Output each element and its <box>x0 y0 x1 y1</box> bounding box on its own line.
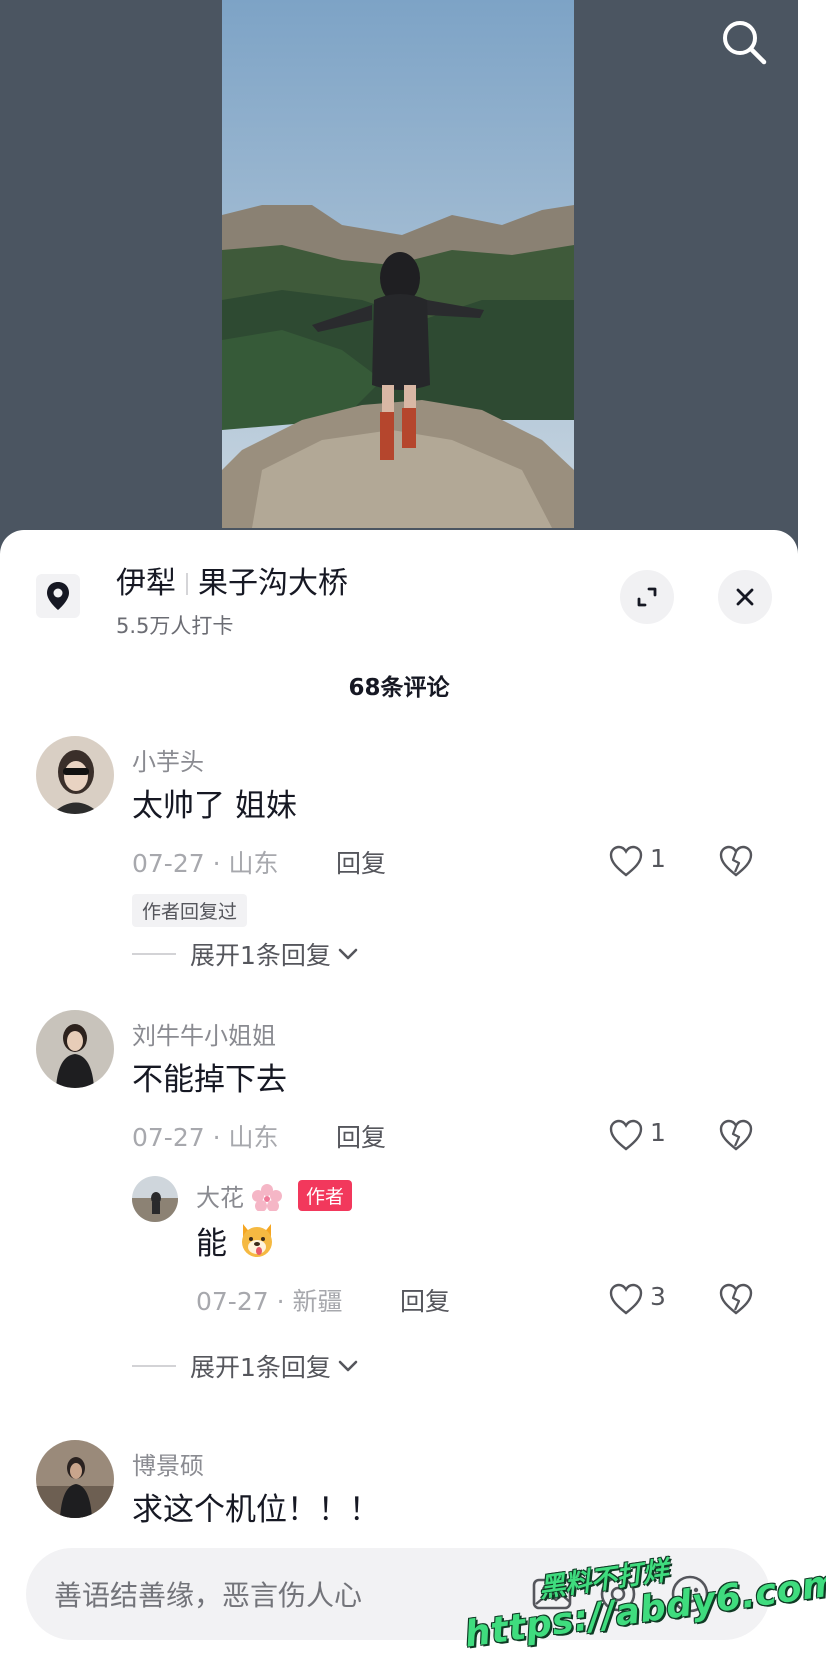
location-place: 果子沟大桥 <box>198 566 348 601</box>
expand-replies-button[interactable]: 展开1条回复 <box>132 1348 359 1384</box>
mountain-scene-image <box>222 0 574 528</box>
chevron-down-icon <box>338 948 358 960</box>
comment-item: 博景硕 求这个机位！！！ <box>0 1434 798 1554</box>
comment-item: 刘牛牛小姐姐 不能掉下去 07-27 · 山东 回复 1 大花 作者 能 07-… <box>0 1004 798 1404</box>
reply-avatar[interactable] <box>132 1176 178 1222</box>
author-badge: 作者 <box>298 1180 353 1211</box>
location-title[interactable]: 伊犁 果子沟大桥 <box>116 558 348 602</box>
broken-heart-icon <box>719 1283 753 1315</box>
avatar[interactable] <box>36 1010 114 1088</box>
reply-date-region: 07-27 · 新疆 <box>196 1287 343 1316</box>
comment-text: 求这个机位！！！ <box>132 1492 380 1528</box>
expand-icon <box>637 587 657 607</box>
dislike-button[interactable] <box>718 844 758 884</box>
right-margin <box>798 0 826 1660</box>
comment-date-region: 07-27 · 山东 <box>132 849 279 878</box>
at-icon <box>600 1576 636 1612</box>
checkin-count: 5.5万人打卡 <box>116 614 234 638</box>
video-thumbnail[interactable] <box>222 0 574 528</box>
expand-replies-label: 展开1条回复 <box>190 941 331 970</box>
reply-text: 能 <box>196 1218 277 1263</box>
heart-icon <box>609 1119 643 1151</box>
like-count: 1 <box>650 844 666 873</box>
at-button[interactable] <box>596 1572 640 1616</box>
emoji-icon <box>671 1575 709 1613</box>
close-icon <box>736 588 754 606</box>
comment-date-region: 07-27 · 山东 <box>132 1123 279 1152</box>
divider-line <box>132 953 176 955</box>
avatar[interactable] <box>36 1440 114 1518</box>
comment-username[interactable]: 博景硕 <box>132 1446 204 1481</box>
reply-username-text: 大花 <box>196 1184 244 1212</box>
heart-icon <box>609 845 643 877</box>
like-button[interactable]: 3 <box>608 1280 678 1320</box>
chevron-down-icon <box>338 1360 358 1372</box>
search-button[interactable] <box>716 14 772 70</box>
comment-username[interactable]: 刘牛牛小姐姐 <box>132 1016 276 1051</box>
location-city: 伊犁 <box>116 566 176 601</box>
comment-item: 小芋头 太帅了 姐妹 07-27 · 山东 回复 1 作者回复过 展开1条回复 <box>0 730 798 970</box>
broken-heart-icon <box>719 1119 753 1151</box>
like-button[interactable]: 1 <box>608 842 678 882</box>
comment-count-title: 68条评论 <box>348 675 450 701</box>
reply-button[interactable]: 回复 <box>336 1118 386 1154</box>
search-icon <box>723 21 767 65</box>
like-count: 3 <box>650 1282 666 1311</box>
broken-heart-icon <box>719 845 753 877</box>
dislike-button[interactable] <box>718 1118 758 1158</box>
image-button[interactable] <box>530 1572 574 1616</box>
dog-emoji-icon <box>241 1224 272 1257</box>
video-background <box>0 0 798 560</box>
reply-text-content: 能 <box>196 1226 227 1262</box>
location-pin-icon <box>36 574 80 618</box>
expand-button[interactable] <box>620 570 674 624</box>
divider-line <box>132 1365 176 1367</box>
comment-text: 不能掉下去 <box>132 1062 287 1098</box>
dislike-button[interactable] <box>718 1282 758 1322</box>
title-separator <box>186 573 188 595</box>
close-button[interactable] <box>718 570 772 624</box>
like-button[interactable]: 1 <box>608 1116 678 1156</box>
comment-input[interactable]: 善语结善缘，恶言伤人心 <box>26 1548 770 1640</box>
author-replied-tag: 作者回复过 <box>132 894 248 927</box>
reply-button[interactable]: 回复 <box>336 844 386 880</box>
comment-text: 太帅了 姐妹 <box>132 788 297 824</box>
comment-username[interactable]: 小芋头 <box>132 742 204 777</box>
expand-replies-button[interactable]: 展开1条回复 <box>132 936 359 972</box>
expand-replies-label: 展开1条回复 <box>190 1353 331 1382</box>
like-count: 1 <box>650 1118 666 1147</box>
comment-input-placeholder: 善语结善缘，恶言伤人心 <box>54 1579 363 1612</box>
reply-username[interactable]: 大花 <box>196 1178 282 1213</box>
avatar[interactable] <box>36 736 114 814</box>
reply-button[interactable]: 回复 <box>400 1282 450 1318</box>
image-icon <box>532 1578 572 1610</box>
heart-icon <box>609 1283 643 1315</box>
emoji-button[interactable] <box>668 1572 712 1616</box>
cherry-blossom-icon <box>251 1184 282 1212</box>
comments-sheet: 伊犁 果子沟大桥 5.5万人打卡 68条评论 小芋头 太帅了 姐妹 07-27 ·… <box>0 530 798 1660</box>
